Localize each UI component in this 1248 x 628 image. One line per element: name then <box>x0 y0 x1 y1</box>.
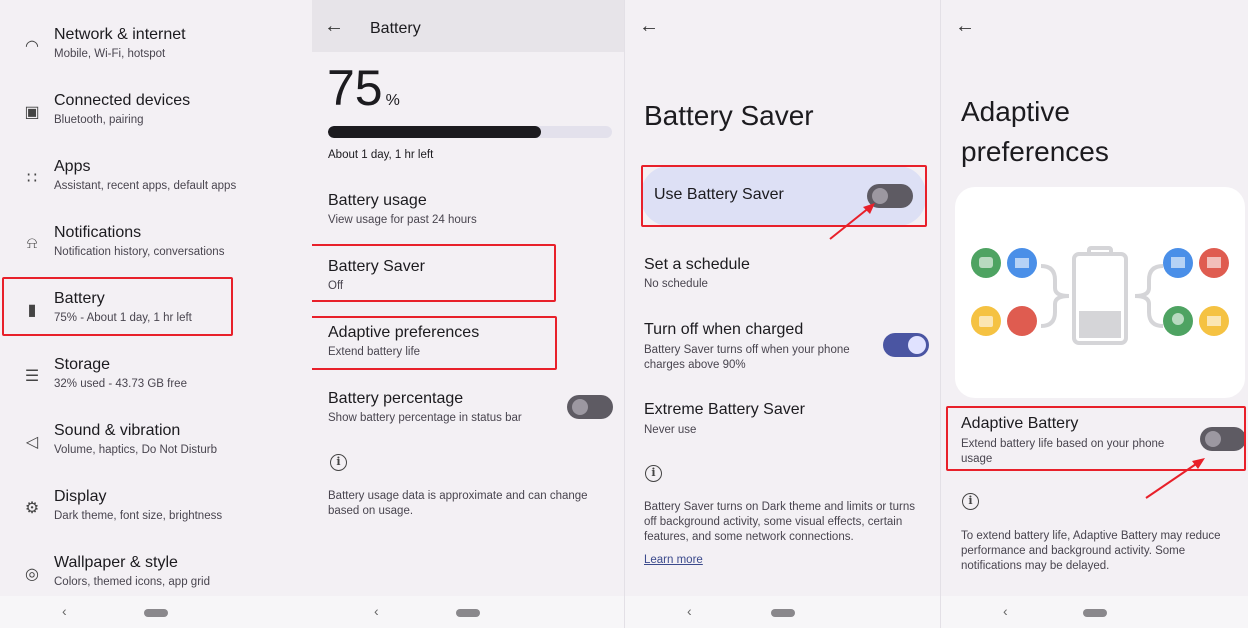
connected-devices-icon: ▣ <box>24 104 40 121</box>
annotation-arrow <box>1145 458 1205 499</box>
adaptive-preferences-panel: ← Adaptive preferences Adaptive Battery … <box>940 0 1248 628</box>
extreme-saver-subtitle: Never use <box>644 424 697 436</box>
battery-item-subtitle: Show battery percentage in status bar <box>328 412 522 424</box>
settings-item-subtitle: Dark theme, font size, brightness <box>54 510 223 522</box>
schedule-subtitle: No schedule <box>644 278 708 290</box>
nav-bar: ‹ <box>312 596 624 628</box>
settings-item-subtitle: Mobile, Wi-Fi, hotspot <box>54 48 166 60</box>
settings-item-network-internet[interactable]: ◠ Network & internet Mobile, Wi-Fi, hotspo… <box>0 20 300 76</box>
nav-bar: ‹ <box>0 596 312 628</box>
turn-off-charged-title[interactable]: Turn off when charged <box>644 321 803 339</box>
learn-more-link[interactable]: Learn more <box>644 553 703 568</box>
settings-item-subtitle: Bluetooth, pairing <box>54 114 144 126</box>
nav-home-button[interactable] <box>144 609 168 617</box>
back-arrow-icon[interactable]: ← <box>639 15 659 37</box>
nav-bar: ‹ <box>625 596 940 628</box>
battery-footnote: Battery usage data is approximate and ca… <box>328 490 588 517</box>
settings-item-title: Notifications <box>54 224 142 241</box>
nav-home-button[interactable] <box>1082 609 1107 617</box>
app-bar: ← Battery <box>312 0 624 52</box>
page-title: Battery Saver <box>644 100 814 131</box>
turn-off-charged-toggle[interactable] <box>883 333 929 357</box>
battery-saver-panel: ← Battery Saver Use Battery Saver Set a … <box>624 0 940 628</box>
nav-bar: ‹ <box>941 596 1248 628</box>
settings-item-apps[interactable]: ∷ Apps Assistant, recent apps, default app… <box>0 152 300 208</box>
settings-item-title: Wallpaper & style <box>54 554 178 571</box>
settings-item-subtitle: Assistant, recent apps, default apps <box>54 180 237 192</box>
adaptive-footnote: To extend battery life, Adaptive Battery… <box>961 530 1221 572</box>
bell-icon: ⍾ <box>26 235 38 252</box>
settings-item-storage[interactable]: ☰ Storage 32% used - 43.73 GB free <box>0 350 300 406</box>
settings-item-subtitle: Volume, haptics, Do Not Disturb <box>54 444 217 456</box>
nav-home-button[interactable] <box>456 609 480 617</box>
volume-icon: ◁ <box>25 434 39 451</box>
nav-back-button[interactable]: ‹ <box>62 603 67 619</box>
page-title: Adaptive preferences <box>961 96 1109 167</box>
time-left: About 1 day, 1 hr left <box>328 149 434 161</box>
battery-apps-illustration <box>971 246 1229 345</box>
settings-item-notifications[interactable]: ⍾ Notifications Notification history, conv… <box>0 218 300 274</box>
back-arrow-icon[interactable]: ← <box>955 15 975 37</box>
battery-item-subtitle: View usage for past 24 hours <box>328 214 477 226</box>
schedule-title[interactable]: Set a schedule <box>644 256 750 274</box>
settings-panel: Accessibility◠Network & internetMobile, … <box>0 0 312 628</box>
settings-item-title: Network & internet <box>54 26 186 43</box>
battery-level-unit: % <box>385 92 400 109</box>
annotation-arrow <box>829 203 875 240</box>
highlight-battery <box>2 277 233 336</box>
highlight-adaptive-preferences <box>312 316 557 370</box>
settings-item-title: Apps <box>54 158 91 175</box>
nav-home-button[interactable] <box>770 609 795 617</box>
apps-grid-icon: ∷ <box>26 170 38 187</box>
storage-icon: ☰ <box>24 368 40 385</box>
adaptive-illustration <box>955 187 1245 398</box>
battery-panel: ← Battery 75% About 1 day, 1 hr left Bat… <box>312 0 624 628</box>
info-icon: i <box>645 465 662 482</box>
display-icon: ⚙ <box>24 500 40 517</box>
page-title: Battery <box>370 20 421 37</box>
info-icon: i <box>330 454 347 471</box>
settings-item-title: Display <box>54 488 107 505</box>
settings-item-sound-vibration[interactable]: ◁ Sound & vibration Volume, haptics, Do No… <box>0 416 300 472</box>
wifi-icon: ◠ <box>25 38 39 55</box>
nav-back-button[interactable]: ‹ <box>687 603 692 619</box>
highlight-battery-saver <box>312 244 556 302</box>
settings-item-subtitle: Notification history, conversations <box>54 246 225 258</box>
settings-item-connected-devices[interactable]: ▣ Connected devices Bluetooth, pairing <box>0 86 300 142</box>
battery-percentage-toggle[interactable] <box>567 395 613 419</box>
nav-back-button[interactable]: ‹ <box>1003 603 1008 619</box>
nav-back-button[interactable]: ‹ <box>374 603 379 619</box>
battery-progress-bar <box>328 126 612 138</box>
battery-item-title: Battery usage <box>328 192 427 209</box>
info-icon: i <box>962 493 979 510</box>
settings-item-subtitle: Colors, themed icons, app grid <box>54 576 210 588</box>
palette-icon: ◎ <box>25 566 39 583</box>
battery-progress-fill <box>328 126 541 138</box>
battery-level: 75% <box>327 60 400 129</box>
extreme-saver-title[interactable]: Extreme Battery Saver <box>644 401 805 419</box>
settings-item-title: Connected devices <box>54 92 191 109</box>
settings-item-display[interactable]: ⚙ Display Dark theme, font size, brightnes… <box>0 482 300 538</box>
settings-item-title: Storage <box>54 356 111 373</box>
battery-saver-footnote: Battery Saver turns on Dark theme and li… <box>644 501 915 543</box>
battery-level-value: 75 <box>327 60 383 116</box>
settings-item-title: Sound & vibration <box>54 422 181 439</box>
battery-item-title: Battery percentage <box>328 390 464 407</box>
turn-off-charged-subtitle: Battery Saver turns off when your phone … <box>644 344 850 371</box>
settings-item-subtitle: 32% used - 43.73 GB free <box>54 378 187 390</box>
battery-item-battery-usage[interactable]: Battery usage View usage for past 24 hour… <box>312 192 612 232</box>
back-arrow-icon[interactable]: ← <box>324 15 344 37</box>
